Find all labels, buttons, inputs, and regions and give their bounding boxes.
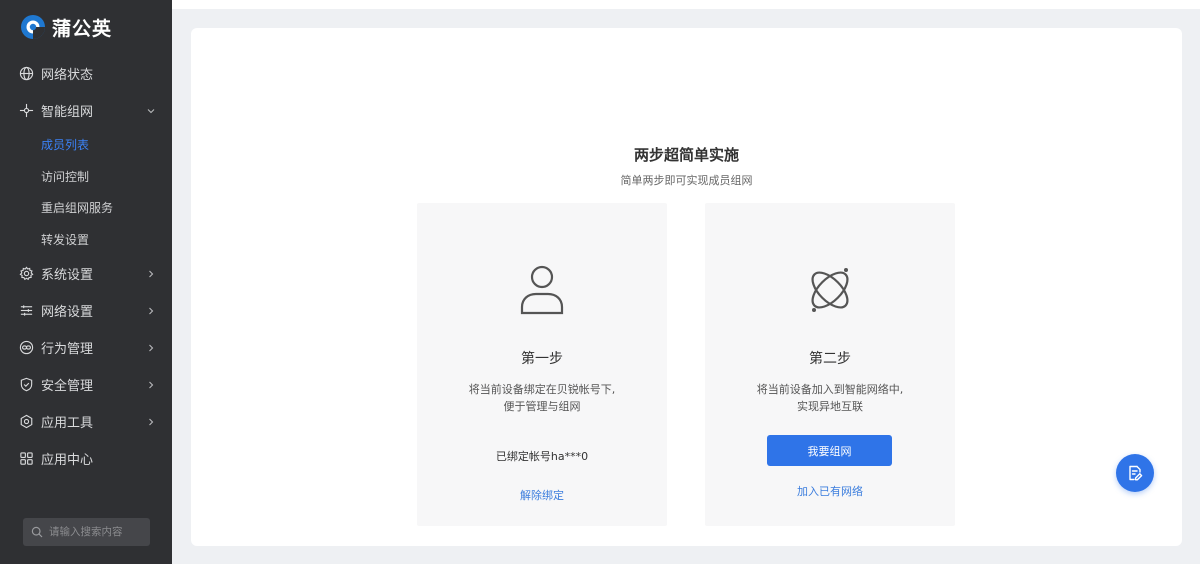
step-one-title: 第一步 [521,351,563,367]
bound-account-text: 已绑定帐号ha***0 [495,450,589,463]
step-one-description: 将当前设备绑定在贝锐帐号下, 便于管理与组网 [417,381,667,415]
sidebar-subitem-forward-settings[interactable]: 转发设置 [0,224,172,256]
main-card: 两步超简单实施 简单两步即可实现成员组网 第一步 将当前设备绑定在贝锐帐号下, … [191,28,1182,546]
brand-logo[interactable]: 蒲公英 [20,12,112,42]
step-two-desc-line2: 实现异地互联 [797,400,863,413]
sidebar-item-app-center[interactable]: 应用中心 [0,440,172,477]
sidebar-search [23,518,150,546]
sidebar-item-label: 网络设置 [41,305,94,320]
page-title: 两步超简单实施 [633,146,739,164]
globe-icon [19,66,34,81]
create-network-button[interactable]: 我要组网 [767,435,892,466]
sidebar-item-label: 应用工具 [41,416,94,431]
orbit-icon [805,263,855,317]
chevron-right-icon [146,417,156,427]
link-icon [19,340,34,355]
sidebar-item-label: 行为管理 [41,342,94,357]
sidebar-item-behavior-management[interactable]: 行为管理 [0,329,172,366]
sidebar-item-label: 应用中心 [41,453,94,468]
sidebar-subitem-restart-service[interactable]: 重启组网服务 [0,192,172,224]
step-one-panel: 第一步 将当前设备绑定在贝锐帐号下, 便于管理与组网 已绑定帐号ha***0 解… [417,203,667,526]
sidebar: 蒲公英 网络状态 智能组网 成员列表 访问控制 重启组网服务 转发设置 系统设置… [0,0,172,564]
chevron-right-icon [146,306,156,316]
search-icon [31,526,43,538]
sidebar-item-label: 系统设置 [41,268,94,283]
step-one-desc-line1: 将当前设备绑定在贝锐帐号下, [468,383,616,396]
grid-icon [19,451,34,466]
step-two-panel: 第二步 将当前设备加入到智能网络中, 实现异地互联 我要组网 加入已有网络 [705,203,955,526]
sliders-icon [19,303,34,318]
chevron-right-icon [146,380,156,390]
sidebar-item-label: 智能组网 [41,105,94,120]
sidebar-item-security-management[interactable]: 安全管理 [0,366,172,403]
chevron-down-icon [146,106,156,116]
step-two-description: 将当前设备加入到智能网络中, 实现异地互联 [705,381,955,415]
sidebar-nav: 网络状态 智能组网 成员列表 访问控制 重启组网服务 转发设置 系统设置 网络设… [0,55,172,477]
gear-icon [19,266,34,281]
step-two-desc-line1: 将当前设备加入到智能网络中, [756,383,904,396]
join-existing-network-link[interactable]: 加入已有网络 [705,483,955,499]
tool-icon [19,414,34,429]
floating-action-button[interactable] [1116,454,1154,492]
top-bar [172,0,1200,9]
sidebar-item-system-settings[interactable]: 系统设置 [0,255,172,292]
sidebar-item-app-tools[interactable]: 应用工具 [0,403,172,440]
sidebar-subitem-access-control[interactable]: 访问控制 [0,161,172,193]
app-root: 蒲公英 网络状态 智能组网 成员列表 访问控制 重启组网服务 转发设置 系统设置… [0,0,1200,564]
sidebar-item-label: 网络状态 [41,68,94,83]
dandelion-logo-icon [21,15,45,39]
search-input[interactable] [49,526,145,538]
page-subtitle: 简单两步即可实现成员组网 [620,174,753,187]
sidebar-item-network-settings[interactable]: 网络设置 [0,292,172,329]
sidebar-item-network-status[interactable]: 网络状态 [0,55,172,92]
sidebar-subitem-member-list[interactable]: 成员列表 [0,129,172,161]
unbind-link[interactable]: 解除绑定 [417,487,667,503]
chevron-right-icon [146,343,156,353]
chevron-right-icon [146,269,156,279]
network-icon [19,103,34,118]
user-icon [517,263,567,317]
brand-name: 蒲公英 [52,17,113,40]
sidebar-item-smart-networking[interactable]: 智能组网 [0,92,172,129]
step-two-title: 第二步 [809,351,851,367]
sidebar-item-label: 安全管理 [41,379,94,394]
step-one-desc-line2: 便于管理与组网 [503,400,581,413]
document-edit-icon [1129,465,1143,481]
shield-icon [19,377,34,392]
